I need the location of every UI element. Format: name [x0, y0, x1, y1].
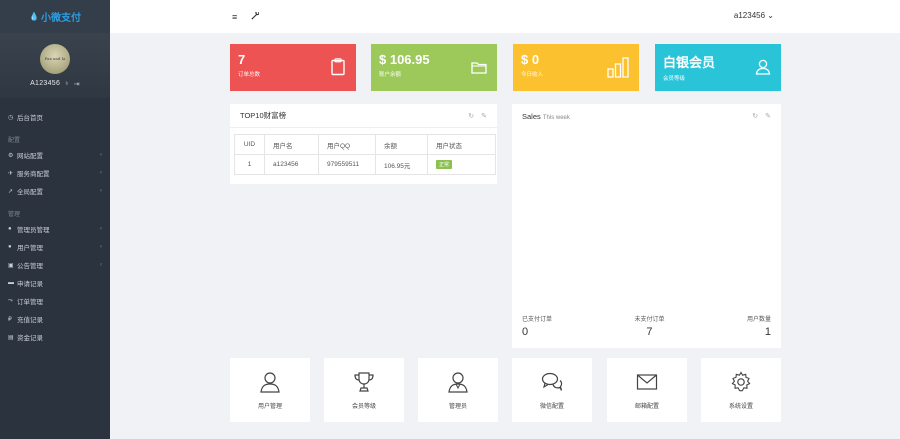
wrench-icon: ↗ [8, 188, 14, 195]
chevron-left-icon: ‹ [100, 188, 102, 194]
gear-icon [731, 370, 751, 391]
money-icon: ₽ [8, 316, 12, 323]
col-username: 用户名 [264, 134, 319, 155]
brand-logo[interactable]: 💧 小微支付 [0, 0, 110, 33]
sidebar-item-apply-records[interactable]: ▬ 申请记录 [0, 274, 110, 292]
bulb-icon[interactable]: ♁ [64, 80, 70, 87]
user-outline-icon [755, 59, 771, 75]
section-config: 配置 [8, 137, 21, 144]
sidebar-item-notice-manage[interactable]: ▣ 公告管理 ‹ [0, 256, 110, 274]
tile-wechat-config[interactable]: 微信配置 [512, 358, 592, 422]
sidebar-item-home[interactable]: ◷ 后台首页 [0, 108, 110, 126]
stat-user-count: 用户数量 1 [746, 317, 771, 338]
table-header-row: UID 用户名 用户QQ 余额 用户状态 [234, 134, 496, 155]
admin-icon [448, 371, 468, 393]
card-today-income[interactable]: $ 0 今日收入 [513, 44, 639, 91]
tile-member-level[interactable]: 会员等级 [324, 358, 404, 422]
top10-table: UID 用户名 用户QQ 余额 用户状态 1 a123456 979559511… [234, 134, 496, 175]
user-menu[interactable]: a123456 ⌄ [734, 11, 774, 20]
sidebar-item-global-config[interactable]: ↗ 全局配置 ‹ [0, 182, 110, 200]
card-member-level[interactable]: 白银会员 会员等级 [655, 44, 781, 91]
user-icon [260, 371, 280, 393]
user-icon: ● [8, 226, 12, 232]
gear-icon: ⚙ [8, 152, 14, 159]
table-row[interactable]: 1 a123456 979559511 106.95元 正常 [234, 154, 496, 175]
users-icon: ● [8, 244, 12, 250]
sales-stats: 已支付订单 0 未支付订单 7 用户数量 1 [522, 314, 771, 338]
chart-icon: ⤳ [8, 297, 13, 304]
chevron-left-icon: ‹ [100, 170, 102, 176]
stat-paid-orders: 已支付订单 0 [522, 317, 553, 338]
profile-panel: Pax and la A123456 ♁ ⇥ [0, 33, 110, 98]
chevron-left-icon: ‹ [100, 152, 102, 158]
sidebar-nav: ◷ 后台首页 配置 ⚙ 网站配置 ‹ ✈ 服务商配置 ‹ ↗ 全局配置 ‹ 管理… [0, 98, 110, 346]
chevron-left-icon: ‹ [100, 262, 102, 268]
sidebar-item-admin-manage[interactable]: ● 管理员管理 ‹ [0, 220, 110, 238]
col-status: 用户状态 [427, 134, 496, 155]
sidebar-item-user-manage[interactable]: ● 用户管理 ‹ [0, 238, 110, 256]
menu-icon[interactable]: ≡ [232, 12, 237, 22]
chevron-down-icon: ⌄ [767, 11, 774, 20]
status-badge: 正常 [436, 160, 453, 169]
sidebar-item-fund-records[interactable]: ▤ 资金记录 [0, 328, 110, 346]
wrench-icon[interactable]: ✎ [765, 112, 771, 120]
sidebar-item-recharge-records[interactable]: ₽ 充值记录 [0, 310, 110, 328]
profile-username: A123456 [30, 80, 61, 87]
sidebar: 💧 小微支付 Pax and la A123456 ♁ ⇥ ◷ 后台首页 配置 … [0, 0, 110, 439]
col-uid: UID [234, 134, 265, 155]
tile-system-settings[interactable]: 系统设置 [701, 358, 781, 422]
list-icon: ▬ [8, 280, 14, 286]
top10-title: TOP10财富榜 [240, 111, 287, 120]
card-order-total[interactable]: 7 订单总数 [230, 44, 356, 91]
card-balance[interactable]: $ 106.95 账户余额 [371, 44, 497, 91]
trophy-icon [354, 371, 374, 392]
clipboard-icon [331, 58, 345, 76]
wrench-icon[interactable]: ✎ [481, 112, 487, 120]
sales-title: Sales This week [522, 111, 570, 121]
sidebar-item-order-manage[interactable]: ⤳ 订单管理 [0, 292, 110, 310]
topbar: ≡ a123456 ⌄ [110, 0, 900, 33]
folder-icon [471, 62, 487, 74]
wrench-icon[interactable] [251, 10, 260, 22]
plane-icon: ✈ [8, 170, 14, 177]
top10-panel: TOP10财富榜 ↻ ✎ UID 用户名 用户QQ 余额 用户状态 1 a123… [230, 104, 497, 184]
notice-icon: ▣ [8, 262, 14, 269]
avatar[interactable]: Pax and la [40, 43, 70, 74]
brand-name: 小微支付 [40, 13, 81, 24]
chevron-left-icon: ‹ [100, 244, 102, 250]
refresh-icon[interactable]: ↻ [468, 112, 474, 120]
stat-unpaid-orders: 未支付订单 7 [634, 317, 665, 338]
sidebar-item-site-config[interactable]: ⚙ 网站配置 ‹ [0, 146, 110, 164]
mail-icon [636, 373, 658, 390]
drop-icon: 💧 [29, 12, 39, 21]
col-balance: 余额 [375, 134, 428, 155]
clock-icon: ◷ [8, 114, 14, 121]
sales-panel: Sales This week ↻ ✎ 已支付订单 0 未支付订单 7 用户数量… [512, 104, 781, 348]
chevron-left-icon: ‹ [100, 226, 102, 232]
refresh-icon[interactable]: ↻ [752, 112, 758, 120]
tile-user-manage[interactable]: 用户管理 [230, 358, 310, 422]
bars-icon [607, 57, 629, 78]
tile-admin[interactable]: 管理员 [418, 358, 498, 422]
section-manage: 管理 [8, 211, 21, 218]
sidebar-item-provider-config[interactable]: ✈ 服务商配置 ‹ [0, 164, 110, 182]
wallet-icon: ▤ [8, 334, 14, 341]
logout-icon[interactable]: ⇥ [74, 80, 80, 88]
tile-mail-config[interactable]: 邮箱配置 [607, 358, 687, 422]
chat-icon [541, 372, 563, 391]
col-qq: 用户QQ [318, 134, 376, 155]
